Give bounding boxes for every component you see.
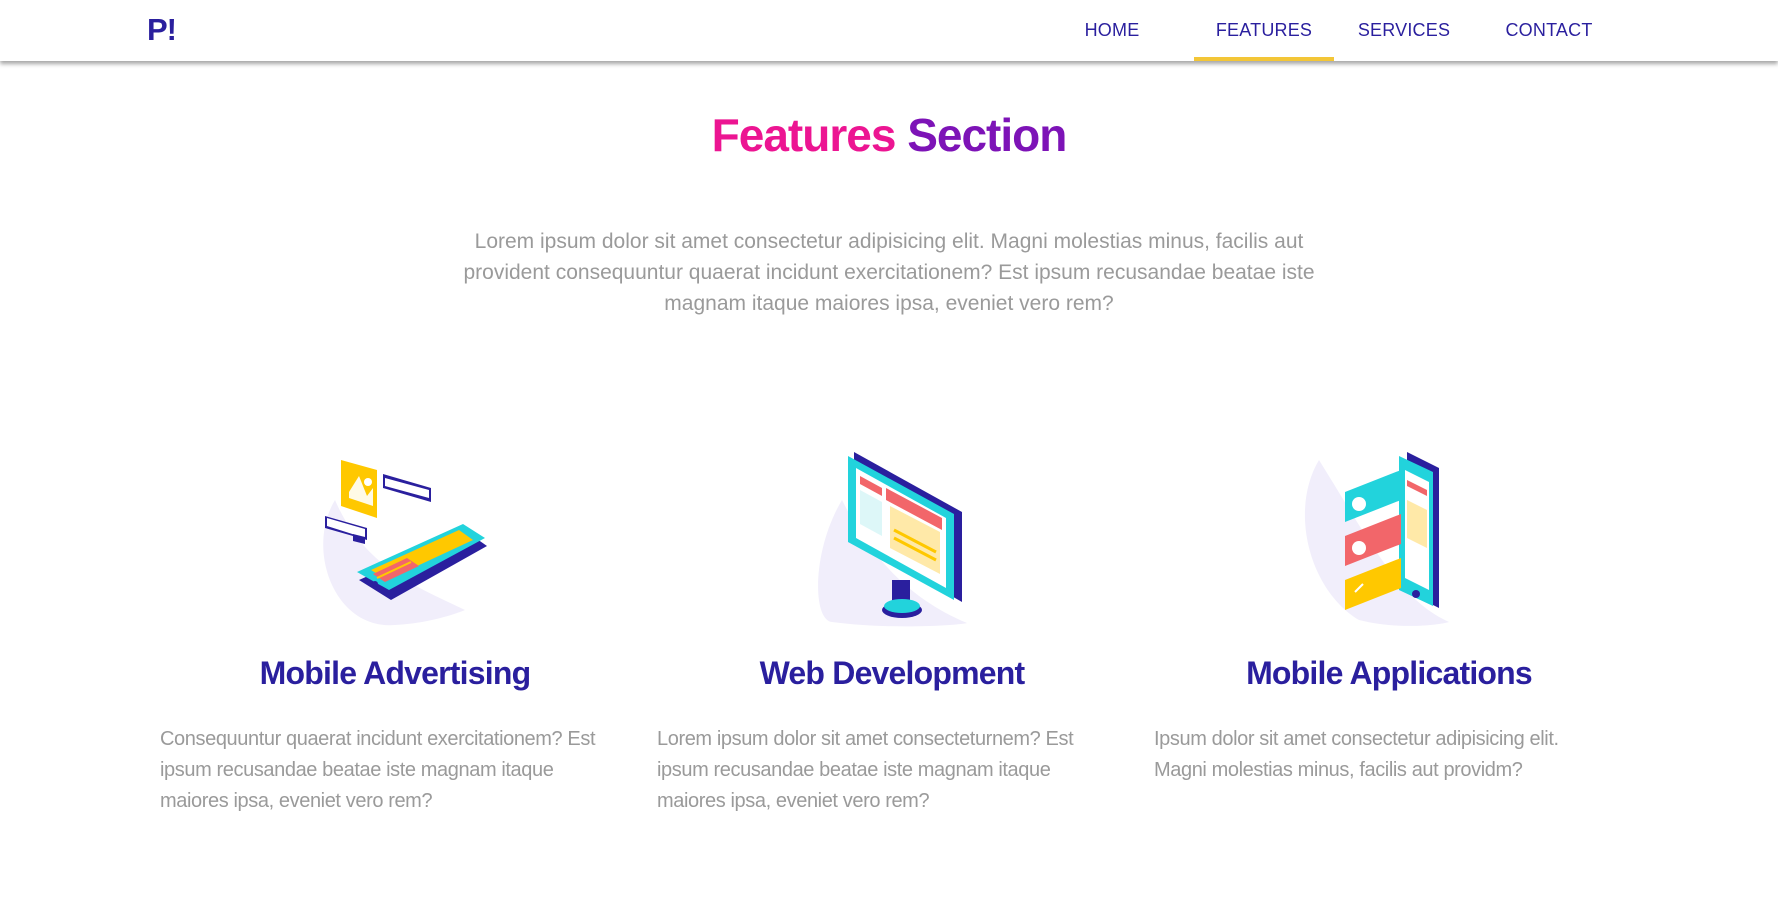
feature-title: Web Development [759, 655, 1026, 691]
section-title-part2: Section [907, 109, 1067, 161]
phone-ad-icon [323, 460, 487, 626]
monitor-icon [818, 452, 967, 627]
nav-item-home[interactable]: HOME [1058, 0, 1166, 61]
mobile-applications-illustration [1154, 440, 1624, 630]
feature-card-mobile-applications: Mobile Applications Ipsum dolor sit amet… [1154, 440, 1624, 786]
nav-item-services[interactable]: SERVICES [1348, 0, 1460, 61]
feature-text: Lorem ipsum dolor sit amet consecteturne… [657, 728, 1074, 812]
feature-text: Consequuntur quaerat incidunt exercitati… [160, 728, 596, 812]
section-title-part1: Features [711, 109, 897, 161]
feature-title: Mobile Advertising [259, 655, 531, 691]
mobile-advertising-illustration [160, 440, 630, 630]
web-development-illustration [657, 440, 1127, 630]
logo[interactable]: P! [147, 12, 177, 48]
navbar: P! HOME FEATURES SERVICES CONTACT [0, 0, 1778, 61]
section-description: Lorem ipsum dolor sit amet consectetur a… [463, 230, 1315, 315]
nav-item-contact[interactable]: CONTACT [1488, 0, 1610, 61]
feature-card-web-development: Web Development Lorem ipsum dolor sit am… [657, 440, 1127, 817]
feature-card-mobile-advertising: Mobile Advertising Consequuntur quaerat … [160, 440, 630, 817]
main-nav: HOME FEATURES SERVICES CONTACT [1058, 0, 1610, 61]
app-screens-icon [1304, 452, 1449, 626]
nav-item-features[interactable]: FEATURES [1194, 0, 1334, 61]
feature-text: Ipsum dolor sit amet consectetur adipisi… [1154, 728, 1559, 781]
feature-title: Mobile Applications [1246, 655, 1533, 691]
section-title: Features Section [0, 108, 1778, 162]
